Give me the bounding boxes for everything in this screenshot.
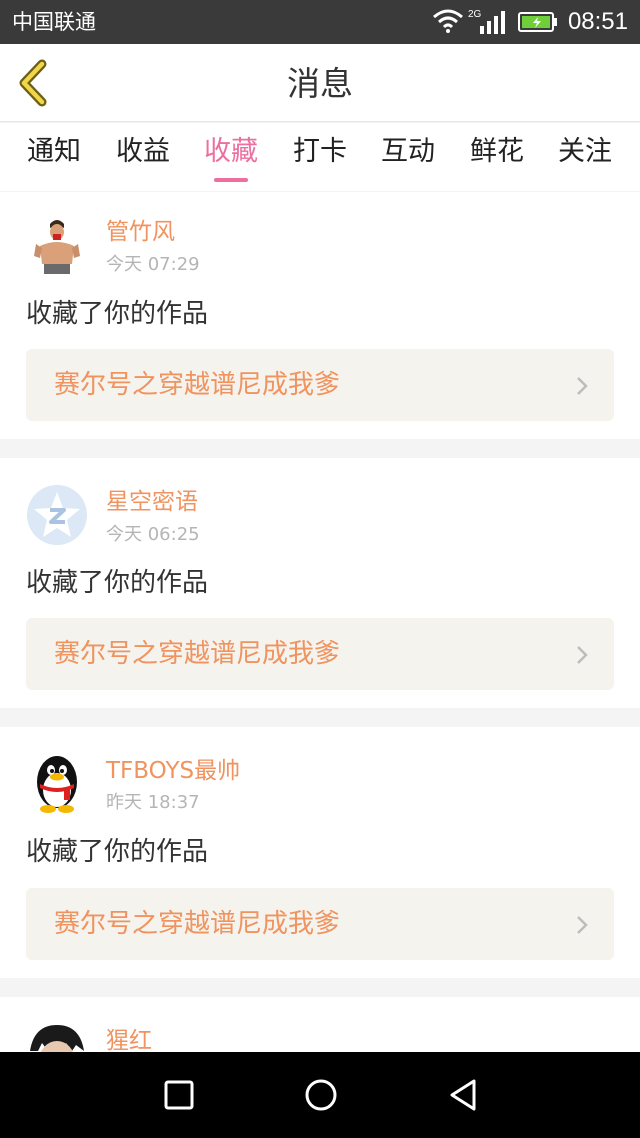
action-text: 收藏了你的作品 (26, 837, 209, 867)
wifi-icon (433, 9, 463, 33)
carrier-name: 中国联通 (12, 10, 96, 34)
tab-following[interactable]: 关注 (550, 135, 620, 169)
signal-icon: 2G (468, 9, 505, 34)
tab-active-indicator (214, 178, 248, 182)
app-header: 消息 (0, 44, 640, 122)
work-link[interactable]: 赛尔号之穿越谱尼成我爹 (26, 618, 614, 690)
avatar-default-icon[interactable] (26, 484, 88, 546)
avatar-dark-hair-icon[interactable] (26, 1021, 88, 1053)
tab-earnings[interactable]: 收益 (108, 135, 178, 169)
tab-flowers[interactable]: 鲜花 (462, 135, 532, 169)
message-card: TFBOYS最帅 昨天 18:37 收藏了你的作品 赛尔号之穿越谱尼成我爹 (0, 727, 640, 978)
recent-apps-icon[interactable] (164, 1078, 194, 1112)
work-title: 赛尔号之穿越谱尼成我爹 (54, 370, 341, 400)
timestamp: 昨天 18:37 (106, 792, 200, 813)
clock: 08:51 (567, 8, 628, 35)
message-card: 猩红 (0, 997, 640, 1053)
chevron-right-icon (577, 377, 588, 395)
status-bar: 中国联通 2G 08:51 (0, 0, 640, 44)
avatar-man-icon[interactable] (26, 214, 88, 276)
page-title: 消息 (287, 64, 353, 103)
message-card: 管竹风 今天 07:29 收藏了你的作品 赛尔号之穿越谱尼成我爹 (0, 192, 640, 439)
work-title: 赛尔号之穿越谱尼成我爹 (54, 909, 341, 939)
system-nav-bar (0, 1052, 640, 1138)
timestamp: 今天 07:29 (106, 254, 200, 275)
username[interactable]: TFBOYS最帅 (106, 757, 240, 785)
tab-checkin[interactable]: 打卡 (285, 135, 355, 169)
chevron-right-icon (577, 646, 588, 664)
home-icon[interactable] (304, 1078, 338, 1112)
username[interactable]: 管竹风 (106, 218, 175, 246)
network-type-label: 2G (468, 9, 482, 20)
avatar-penguin-icon[interactable] (26, 752, 88, 814)
battery-icon (518, 12, 557, 32)
tab-bar: 通知 收益 收藏 打卡 互动 鲜花 关注 (0, 123, 640, 191)
action-text: 收藏了你的作品 (26, 299, 209, 329)
action-text: 收藏了你的作品 (26, 568, 209, 598)
tab-favorites[interactable]: 收藏 (196, 135, 266, 169)
message-card: 星空密语 今天 06:25 收藏了你的作品 赛尔号之穿越谱尼成我爹 (0, 458, 640, 708)
work-title: 赛尔号之穿越谱尼成我爹 (54, 639, 341, 669)
work-link[interactable]: 赛尔号之穿越谱尼成我爹 (26, 349, 614, 421)
work-link[interactable]: 赛尔号之穿越谱尼成我爹 (26, 888, 614, 960)
chevron-right-icon (577, 916, 588, 934)
tab-notifications[interactable]: 通知 (19, 135, 89, 169)
timestamp: 今天 06:25 (106, 524, 200, 545)
username[interactable]: 猩红 (106, 1027, 152, 1053)
username[interactable]: 星空密语 (106, 488, 198, 516)
back-icon[interactable] (448, 1078, 478, 1112)
tab-interaction[interactable]: 互动 (373, 135, 443, 169)
